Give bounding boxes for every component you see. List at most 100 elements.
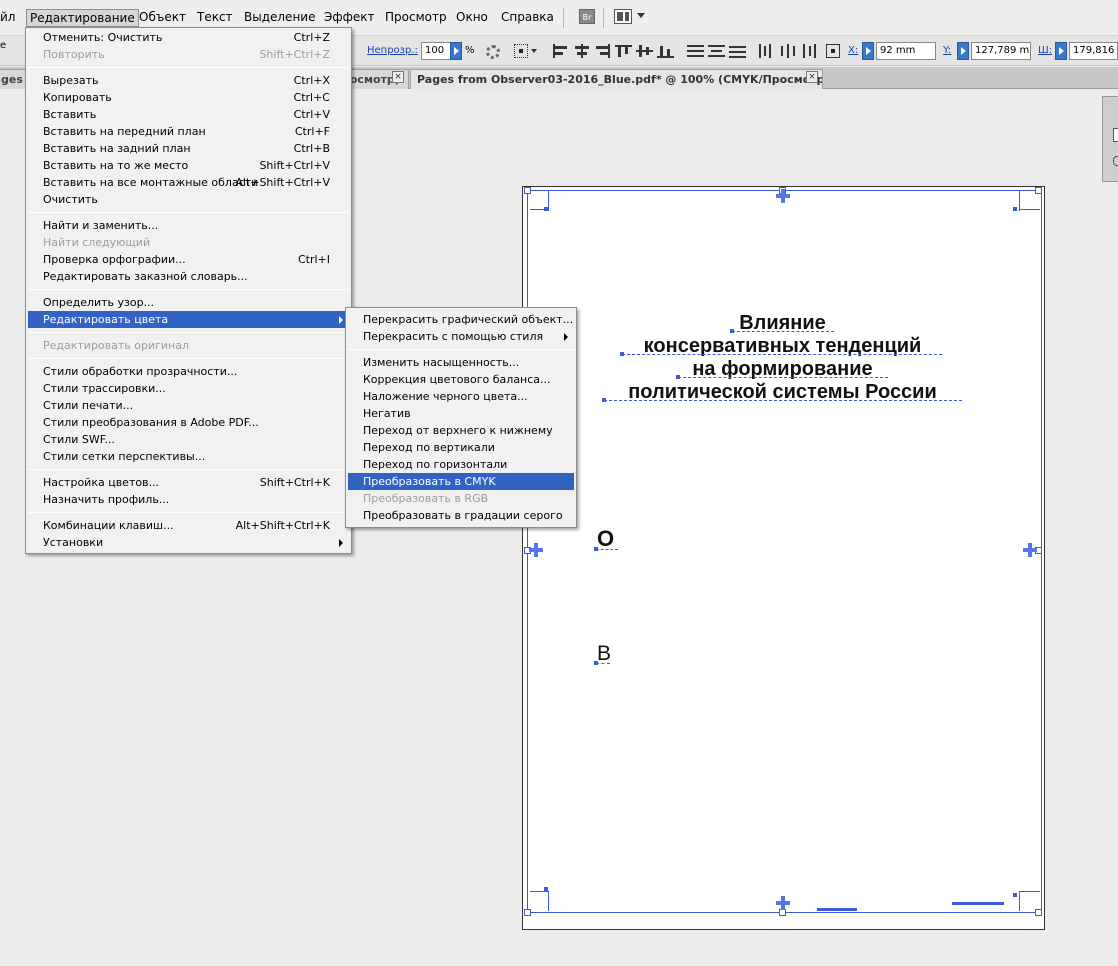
menu-item-clear[interactable]: Очистить: [28, 191, 349, 208]
x-stepper[interactable]: [862, 42, 874, 60]
collapsed-panel[interactable]: [1102, 96, 1118, 182]
menu-item-label: Отменить: Очистить: [43, 31, 163, 44]
tab-document-1[interactable]: ges f: [0, 69, 26, 89]
menu-item-paste-in-back[interactable]: Вставить на задний план Ctrl+B: [28, 140, 349, 157]
menu-item-tracing-presets[interactable]: Стили трассировки...: [28, 380, 349, 397]
resize-handle[interactable]: [524, 187, 531, 194]
x-label[interactable]: X:: [848, 45, 858, 56]
menu-object[interactable]: Объект: [136, 9, 189, 27]
distribute-right-icon[interactable]: [800, 44, 817, 58]
resize-handle[interactable]: [1035, 187, 1042, 194]
align-bottom-icon[interactable]: [657, 44, 674, 58]
menu-item-edit-dictionary[interactable]: Редактировать заказной словарь...: [28, 268, 349, 285]
menu-item-find-replace[interactable]: Найти и заменить...: [28, 217, 349, 234]
document-title[interactable]: Влияние консервативных тенденций на форм…: [560, 312, 1005, 404]
menu-text[interactable]: Текст: [194, 9, 236, 27]
menu-effect[interactable]: Эффект: [321, 9, 378, 27]
resize-handle[interactable]: [1035, 909, 1042, 916]
close-icon[interactable]: ×: [392, 71, 404, 83]
menu-item-assign-profile[interactable]: Назначить профиль...: [28, 491, 349, 508]
submenu-item-saturate[interactable]: Изменить насыщенность...: [348, 354, 574, 371]
menu-item-keyboard-shortcuts[interactable]: Комбинации клавиш... Alt+Shift+Ctrl+K: [28, 517, 349, 534]
menu-item-find-next[interactable]: Найти следующий: [28, 234, 349, 251]
align-right-icon[interactable]: [594, 44, 611, 58]
submenu-item-overprint-black[interactable]: Наложение черного цвета...: [348, 388, 574, 405]
close-icon[interactable]: ×: [806, 71, 818, 83]
menu-edit[interactable]: Редактирование: [26, 9, 139, 27]
chevron-down-icon[interactable]: [637, 13, 645, 18]
submenu-item-blend-horizontally[interactable]: Переход по горизонтали: [348, 456, 574, 473]
distribute-horizontal-center-icon[interactable]: [779, 44, 796, 58]
width-stepper[interactable]: [1055, 42, 1067, 60]
menu-item-swf-presets[interactable]: Стили SWF...: [28, 431, 349, 448]
menu-item-paste[interactable]: Вставить Ctrl+V: [28, 106, 349, 123]
menu-item-print-presets[interactable]: Стили печати...: [28, 397, 349, 414]
opacity-dropdown-button[interactable]: [450, 42, 462, 60]
resize-handle[interactable]: [779, 909, 786, 916]
resize-handle[interactable]: [524, 909, 531, 916]
opacity-label[interactable]: Непрозр.:: [367, 45, 418, 56]
workspace-layout-icon[interactable]: [614, 9, 632, 24]
menu-item-spell-check[interactable]: Проверка орфографии... Ctrl+I: [28, 251, 349, 268]
y-label[interactable]: Y:: [943, 45, 951, 56]
distribute-bottom-icon[interactable]: [729, 44, 746, 58]
submenu-item-adjust-color-balance[interactable]: Коррекция цветового баланса...: [348, 371, 574, 388]
menu-item-label: Вырезать: [43, 74, 99, 87]
menu-item-edit-original[interactable]: Редактировать оригинал: [28, 337, 349, 354]
menu-item-copy[interactable]: Копировать Ctrl+C: [28, 89, 349, 106]
menu-item-redo[interactable]: Повторить Shift+Ctrl+Z: [28, 46, 349, 63]
submenu-item-blend-front-to-back[interactable]: Переход от верхнего к нижнему: [348, 422, 574, 439]
menu-item-edit-colors[interactable]: Редактировать цвета: [28, 311, 349, 328]
submenu-item-convert-to-cmyk[interactable]: Преобразовать в CMYK: [348, 473, 574, 490]
opacity-input[interactable]: 100: [421, 42, 451, 60]
distribute-top-icon[interactable]: [687, 44, 704, 58]
menu-window[interactable]: Окно: [453, 9, 491, 27]
align-vertical-center-icon[interactable]: [636, 44, 653, 58]
width-input[interactable]: 179,816 m: [1069, 42, 1118, 60]
menu-item-shortcut: Ctrl+I: [297, 253, 330, 266]
menu-item-pdf-presets[interactable]: Стили преобразования в Adobe PDF...: [28, 414, 349, 431]
width-label[interactable]: Ш:: [1038, 45, 1052, 56]
submenu-item-blend-vertically[interactable]: Переход по вертикали: [348, 439, 574, 456]
menu-item-undo[interactable]: Отменить: Очистить Ctrl+Z: [28, 29, 349, 46]
panel-tool-icon[interactable]: [1113, 156, 1118, 166]
panel-document-icon[interactable]: [1113, 128, 1118, 142]
align-horizontal-center-icon[interactable]: [573, 44, 590, 58]
menu-item-paste-in-front[interactable]: Вставить на передний план Ctrl+F: [28, 123, 349, 140]
y-input[interactable]: 127,789 mm: [971, 42, 1031, 60]
footer-text-object[interactable]: [817, 908, 857, 911]
distribute-left-icon[interactable]: [758, 44, 775, 58]
menu-item-transparency-presets[interactable]: Стили обработки прозрачности...: [28, 363, 349, 380]
menu-view[interactable]: Просмотр: [382, 9, 450, 27]
menu-item-perspective-grid-presets[interactable]: Стили сетки перспективы...: [28, 448, 349, 465]
menu-item-define-pattern[interactable]: Определить узор...: [28, 294, 349, 311]
footer-text-object[interactable]: [952, 902, 1004, 905]
submenu-item-invert-colors[interactable]: Негатив: [348, 405, 574, 422]
menu-file[interactable]: йл: [0, 9, 18, 27]
x-input[interactable]: 92 mm: [876, 42, 936, 60]
menu-select[interactable]: Выделение: [241, 9, 318, 27]
submenu-item-recolor-artwork[interactable]: Перекрасить графический объект...: [348, 311, 574, 328]
menu-item-paste-in-place[interactable]: Вставить на то же место Shift+Ctrl+V: [28, 157, 349, 174]
transform-reference-icon[interactable]: [826, 44, 840, 58]
tab-document-active[interactable]: Pages from Observer03-2016_Blue.pdf* @ 1…: [410, 69, 823, 89]
style-gear-icon[interactable]: [486, 45, 500, 59]
align-left-icon[interactable]: [552, 44, 569, 58]
submenu-item-convert-to-grayscale[interactable]: Преобразовать в градации серого: [348, 507, 574, 524]
bridge-button[interactable]: Br: [579, 9, 595, 24]
menu-item-shortcut: Alt+Shift+Ctrl+K: [235, 519, 330, 532]
menu-item-preferences[interactable]: Установки: [28, 534, 349, 551]
y-stepper[interactable]: [957, 42, 969, 60]
submenu-item-convert-to-rgb[interactable]: Преобразовать в RGB: [348, 490, 574, 507]
menu-item-cut[interactable]: Вырезать Ctrl+X: [28, 72, 349, 89]
menu-item-shortcut: Alt+Shift+Ctrl+V: [235, 176, 330, 189]
menu-item-paste-on-all-artboards[interactable]: Вставить на все монтажные области Alt+Shi…: [28, 174, 349, 191]
chevron-down-icon[interactable]: [531, 49, 537, 53]
menu-help[interactable]: Справка: [498, 9, 557, 27]
submenu-item-recolor-with-preset[interactable]: Перекрасить с помощью стиля: [348, 328, 574, 345]
align-top-icon[interactable]: [615, 44, 632, 58]
menu-item-color-settings[interactable]: Настройка цветов... Shift+Ctrl+K: [28, 474, 349, 491]
distribute-vertical-center-icon[interactable]: [708, 44, 725, 58]
artboard[interactable]: [522, 186, 1045, 930]
reference-point-icon[interactable]: [514, 44, 528, 58]
